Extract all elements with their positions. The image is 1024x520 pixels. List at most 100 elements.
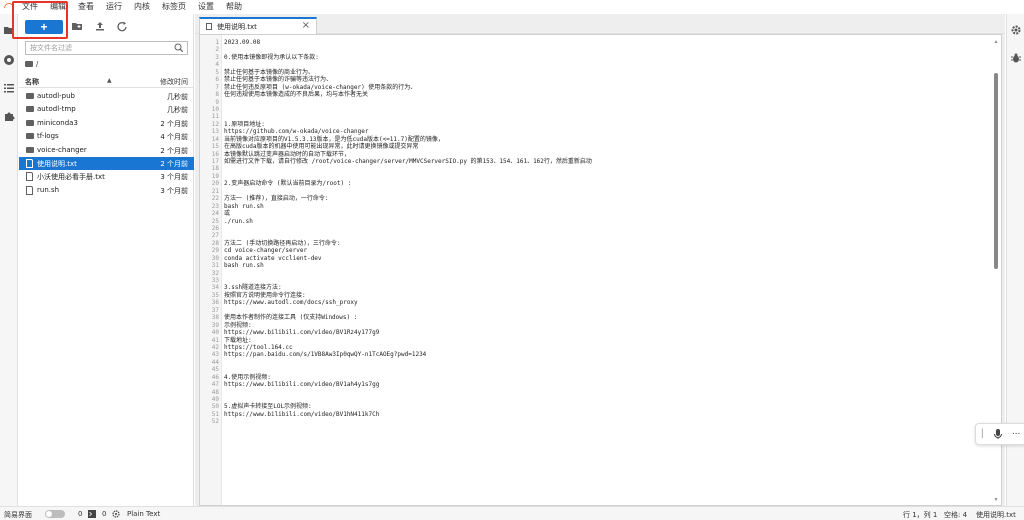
editor-line[interactable]: 8 任何违规使用本镜像造成的不良后果，均与本作者无关	[200, 91, 990, 98]
editor-line[interactable]: 48	[200, 389, 990, 396]
simple-mode-toggle[interactable]	[45, 510, 65, 518]
breadcrumb-root[interactable]: /	[36, 60, 38, 69]
editor-line[interactable]: 22 方法一 (推荐)，直接启动，一行命令:	[200, 195, 990, 202]
microphone-icon[interactable]	[993, 428, 1003, 443]
running-icon[interactable]	[3, 54, 15, 66]
editor-line[interactable]: 52	[200, 418, 990, 425]
line-text: 任何违规使用本镜像造成的不良后果，均与本作者无关	[224, 91, 369, 99]
breadcrumb[interactable]: /	[25, 60, 38, 69]
editor-line[interactable]: 39 示例视频:	[200, 322, 990, 329]
file-list-item[interactable]: autodl-pub 几秒前	[19, 90, 194, 103]
file-list-item[interactable]: run.sh 3 个月前	[19, 184, 194, 197]
folder-icon[interactable]	[3, 24, 15, 36]
menu-kernel[interactable]: 内核	[128, 0, 156, 14]
editor-line[interactable]: 6 禁止任何基于本镜像的诈骗等违法行为、	[200, 76, 990, 83]
editor-line[interactable]: 7 禁止任何违反原项目 (w-okada/voice-changer) 使用条款的…	[200, 84, 990, 91]
editor-line[interactable]: 28 方法二 (手动切换路径再启动)，三行命令:	[200, 240, 990, 247]
file-list-item[interactable]: voice-changer 2 个月前	[19, 144, 194, 157]
scroll-up-icon[interactable]: ▲	[993, 39, 999, 45]
new-folder-icon[interactable]	[71, 20, 83, 32]
indent-spaces[interactable]: 空格: 4	[944, 510, 967, 520]
editor-line[interactable]: 11	[200, 113, 990, 120]
new-launcher-button[interactable]: +	[25, 20, 63, 34]
menu-edit[interactable]: 编辑	[44, 0, 72, 14]
editor-line[interactable]: 26	[200, 225, 990, 232]
editor-content[interactable]: 1 2023.09.08 2 3 0.使用本镜像即视为承认以下条款: 4 5 禁止任何基于本镜…	[200, 39, 990, 426]
menu-help[interactable]: 帮助	[220, 0, 248, 14]
editor-line[interactable]: 25 ./run.sh	[200, 218, 990, 225]
cursor-position[interactable]: 行 1，列 1	[903, 510, 937, 520]
debugger-bug-icon[interactable]	[1010, 52, 1022, 64]
editor-line[interactable]: 24 或	[200, 210, 990, 217]
editor-line[interactable]: 23 bash run.sh	[200, 203, 990, 210]
editor-line[interactable]: 12 1.原项目地址:	[200, 121, 990, 128]
editor-line[interactable]: 32	[200, 270, 990, 277]
editor-line[interactable]: 42 https://tool.164.cc	[200, 344, 990, 351]
line-number: 15	[211, 143, 219, 151]
extensions-icon[interactable]	[3, 110, 15, 122]
editor-line[interactable]: 4	[200, 61, 990, 68]
file-list-item[interactable]: 使用说明.txt 2 个月前	[19, 156, 194, 171]
editor-line[interactable]: 3 0.使用本镜像即视为承认以下条款:	[200, 54, 990, 61]
editor-line[interactable]: 43 https://pan.baidu.com/s/1VB8Aw3Ip0qwQY…	[200, 351, 990, 358]
menu-tabs[interactable]: 标签页	[156, 0, 192, 14]
tab-usage-txt[interactable]: 使用说明.txt ×	[199, 17, 317, 34]
line-number: 50	[211, 403, 219, 411]
editor-line[interactable]: 36 https://www.autodl.com/docs/ssh_proxy	[200, 299, 990, 306]
editor-line[interactable]: 44	[200, 359, 990, 366]
close-icon[interactable]: ×	[302, 20, 310, 31]
upload-icon[interactable]	[94, 20, 106, 32]
filter-input[interactable]: 按文件名过滤	[25, 41, 188, 55]
editor-line[interactable]: 51 https://www.bilibili.com/video/BV1hN41…	[200, 411, 990, 418]
property-inspector-gear-icon[interactable]	[1010, 24, 1022, 36]
editor-line[interactable]: 9	[200, 99, 990, 106]
file-list-item[interactable]: tf-logs 4 个月前	[19, 130, 194, 143]
editor-line[interactable]: 41 下载地址:	[200, 337, 990, 344]
kernel-gear-icon[interactable]	[112, 510, 120, 518]
editor-line[interactable]: 33	[200, 277, 990, 284]
editor-line[interactable]: 49	[200, 396, 990, 403]
editor-line[interactable]: 47 https://www.bilibili.com/video/BV1ah4y…	[200, 381, 990, 388]
editor-line[interactable]: 38 使用本作者制作的连接工具 (仅支持Windows) :	[200, 314, 990, 321]
editor-line[interactable]: 14 当前镜像对应原项目的V1.5.3.13版本，是为低cuda版本(<=11.7…	[200, 136, 990, 143]
editor-line[interactable]: 10	[200, 106, 990, 113]
refresh-icon[interactable]	[116, 20, 128, 32]
file-list-item[interactable]: 小沃使用必看手册.txt 3 个月前	[19, 170, 194, 183]
line-number: 16	[211, 150, 219, 158]
editor-line[interactable]: 27	[200, 232, 990, 239]
scroll-down-icon[interactable]: ▼	[993, 497, 999, 503]
text-editor[interactable]: 1 2023.09.08 2 3 0.使用本镜像即视为承认以下条款: 4 5 禁止任何基于本镜…	[199, 34, 1002, 506]
terminal-icon[interactable]	[88, 510, 96, 518]
language-mode[interactable]: Plain Text	[127, 510, 160, 518]
file-list-item[interactable]: autodl-tmp 几秒前	[19, 103, 194, 116]
editor-line[interactable]: 17 如需进行文件下载，请自行修改 /root/voice-changer/ser…	[200, 158, 990, 165]
editor-line[interactable]: 45	[200, 366, 990, 373]
editor-line[interactable]: 46 4.使用示例视频:	[200, 374, 990, 381]
column-modified[interactable]: 修改时间	[160, 77, 188, 87]
editor-line[interactable]: 18	[200, 165, 990, 172]
menu-view[interactable]: 查看	[72, 0, 100, 14]
editor-line[interactable]: 35 按照官方说明使用命令行连接:	[200, 292, 990, 299]
editor-line[interactable]: 1 2023.09.08	[200, 39, 990, 46]
editor-line[interactable]: 34 3.ssh隧道连接方法:	[200, 284, 990, 291]
ime-more[interactable]: ...	[1012, 426, 1020, 437]
editor-line[interactable]: 31 bash run.sh	[200, 262, 990, 269]
scrollbar-thumb[interactable]	[994, 73, 998, 269]
editor-line[interactable]: 29 cd voice-changer/server	[200, 247, 990, 254]
line-number: 36	[211, 299, 219, 307]
editor-line[interactable]: 13 https://github.com/w-okada/voice-chang…	[200, 128, 990, 135]
editor-line[interactable]: 40 https://www.bilibili.com/video/BV1Rz4y…	[200, 329, 990, 336]
toc-icon[interactable]	[3, 82, 15, 94]
menu-run[interactable]: 运行	[100, 0, 128, 14]
editor-line[interactable]: 15 在高版cuda版本的机器中使用可能出现异常，此时请更换镜像或提交异常	[200, 143, 990, 150]
editor-line[interactable]: 50 5.虚拟声卡转接至LOL示例视频:	[200, 403, 990, 410]
line-number: 45	[211, 366, 219, 374]
editor-line[interactable]: 2	[200, 46, 990, 53]
menu-file[interactable]: 文件	[16, 0, 44, 14]
editor-line[interactable]: 20 2.变声器启动命令 (默认当前目录为/root) :	[200, 180, 990, 187]
editor-line[interactable]: 30 conda activate vcclient-dev	[200, 255, 990, 262]
file-list-item[interactable]: miniconda3 2 个月前	[19, 117, 194, 130]
menu-settings[interactable]: 设置	[192, 0, 220, 14]
column-name[interactable]: 名称	[25, 77, 39, 87]
editor-line[interactable]: 16 本镜像默认跳过变声器启动时的自动下载环节，	[200, 151, 990, 158]
